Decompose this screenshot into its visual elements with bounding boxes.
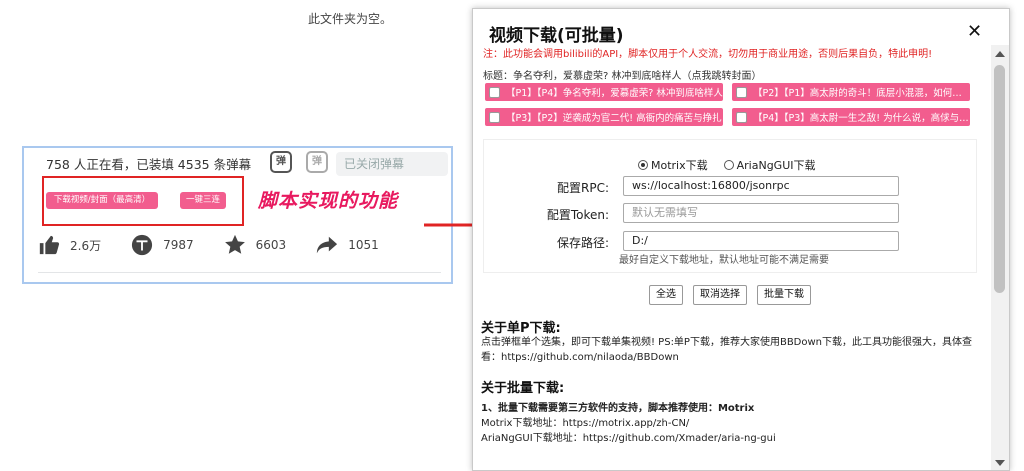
scroll-down-icon[interactable]	[995, 460, 1005, 466]
episode-label: 【P3】【P2】逆袭成为官二代! 高衙内的痛苦与挣扎	[506, 113, 722, 124]
favorite-stat[interactable]: 6603	[224, 234, 287, 256]
token-input[interactable]: 默认无需填写	[623, 203, 899, 223]
episode-checkbox[interactable]	[736, 111, 747, 123]
path-input[interactable]: D:/	[623, 231, 899, 251]
share-count: 1051	[348, 238, 379, 252]
danmaku-settings-icon[interactable]: 弹	[306, 151, 328, 173]
batch-download-heading: 关于批量下载:	[481, 381, 565, 396]
download-video-button[interactable]: 下载视频/封面（最高清）	[46, 192, 158, 209]
episode-checkbox[interactable]	[736, 86, 747, 98]
batch-download-button[interactable]: 批量下载	[757, 285, 811, 305]
ariang-radio[interactable]: AriaNgGUI下载	[723, 157, 816, 173]
radio-empty-icon	[723, 160, 734, 170]
star-icon	[224, 234, 245, 254]
episode-label: 【P2】【P1】高太尉的奇斗！底层小混混，如何一步登天	[753, 88, 970, 99]
share-stat[interactable]: 1051	[316, 234, 379, 256]
episode-label: 【P4】【P3】高太尉一生之敌! 为什么说，高俅与王进	[753, 113, 970, 124]
batch-requirement: 1、批量下载需要第三方软件的支持，脚本推荐使用：Motrix	[481, 403, 755, 414]
episode-checkbox[interactable]	[489, 111, 500, 123]
action-buttons: 全选 取消选择 批量下载	[649, 285, 821, 305]
motrix-link[interactable]: Motrix下载地址：https://motrix.app/zh-CN/	[481, 416, 975, 431]
danmaku-input[interactable]: 已关闭弹幕	[336, 152, 448, 176]
episode-label: 【P1】【P4】争名夺利，爱慕虚荣? 林冲到底啥样人	[506, 88, 723, 99]
coin-count: 7987	[163, 238, 194, 252]
episode-checkbox[interactable]	[489, 86, 500, 98]
like-count: 2.6万	[70, 238, 102, 253]
token-label: 配置Token:	[546, 208, 609, 222]
episode-item[interactable]: 【P2】【P1】高太尉的奇斗！底层小混混，如何一步登天	[732, 83, 970, 101]
coin-icon	[132, 234, 153, 256]
rpc-input[interactable]: ws://localhost:16800/jsonrpc	[623, 176, 899, 196]
modal-scrollbar[interactable]	[991, 45, 1009, 470]
video-title-link[interactable]: 标题：争名夺利，爱慕虚荣? 林冲到底啥样人（点我跳转封面）	[483, 67, 762, 82]
episode-item[interactable]: 【P3】【P2】逆袭成为官二代! 高衙内的痛苦与挣扎	[485, 108, 723, 126]
player-toolbar-snippet: 758 人正在看，已装填 4535 条弹幕 弹 弹 已关闭弹幕 下载视频/封面（…	[22, 146, 453, 284]
scroll-thumb[interactable]	[994, 65, 1005, 293]
batch-download-info: 1、批量下载需要第三方软件的支持，脚本推荐使用：Motrix Motrix下载地…	[481, 401, 975, 446]
like-stat[interactable]: 2.6万	[38, 234, 101, 256]
feature-callout: 脚本实现的功能	[258, 190, 399, 212]
radio-selected-icon	[638, 160, 648, 170]
path-hint: 最好自定义下载地址，默认地址可能不满足需要	[619, 255, 829, 266]
episode-item[interactable]: 【P4】【P3】高太尉一生之敌! 为什么说，高俅与王进	[732, 108, 970, 126]
aria-link[interactable]: AriaNgGUI下载地址：https://github.com/Xmader/…	[481, 431, 975, 446]
select-all-button[interactable]: 全选	[649, 285, 683, 305]
motrix-radio[interactable]: Motrix下载	[638, 157, 708, 173]
divider	[38, 272, 441, 273]
rpc-label: 配置RPC:	[557, 181, 609, 195]
thumbs-up-icon	[39, 235, 60, 255]
deselect-button[interactable]: 取消选择	[693, 285, 747, 305]
path-label: 保存路径:	[556, 236, 609, 250]
scroll-up-icon[interactable]	[995, 51, 1005, 57]
download-mode-group: Motrix下载 AriaNgGUI下载	[638, 157, 832, 173]
viewer-count: 758 人正在看，已装填 4535 条弹幕	[46, 157, 252, 172]
empty-folder-note: 此文件夹为空。	[308, 12, 393, 26]
episode-item[interactable]: 【P1】【P4】争名夺利，爱慕虚荣? 林冲到底啥样人	[485, 83, 723, 101]
close-icon[interactable]: ✕	[967, 21, 982, 42]
single-download-heading: 关于单P下载:	[481, 321, 561, 336]
danmaku-on-icon[interactable]: 弹	[270, 151, 292, 173]
coin-stat[interactable]: 7987	[131, 234, 194, 256]
triple-action-button[interactable]: 一键三连	[180, 192, 226, 209]
single-download-text: 点击弹框单个选集，即可下载单集视频! PS:单P下载，推荐大家使用BBDown下…	[481, 337, 973, 363]
disclaimer-text: 注：此功能会调用bilibili的API，脚本仅用于个人交流，切勿用于商业用途，…	[483, 49, 933, 60]
download-modal: 视频下载(可批量) ✕ 注：此功能会调用bilibili的API，脚本仅用于个人…	[472, 8, 1010, 471]
share-arrow-icon	[317, 236, 338, 254]
favorite-count: 6603	[255, 238, 287, 252]
modal-title: 视频下载(可批量)	[489, 26, 624, 46]
stats-row: 2.6万 7987 6603 1051	[38, 234, 409, 256]
